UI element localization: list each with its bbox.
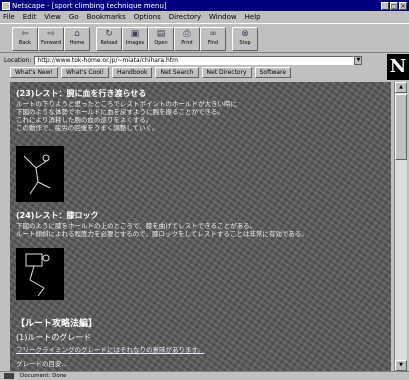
menu-bookmarks[interactable]: Bookmarks [87,13,126,21]
location-bar: Location: http://www.tok-home.or.jp/~mia… [0,54,409,66]
location-label: Location: [4,56,32,64]
menu-edit[interactable]: Edit [23,13,37,21]
heading-knee-lock: (24)レスト：膝ロック [16,211,99,220]
paragraph-knee-lock: 下図のように膝をホールドの上のところで、膝を曲げてレストできることがある。 ルー… [16,222,308,238]
window-title: Netscape - [sport climbing technique men… [12,1,167,10]
close-button[interactable]: × [399,1,407,10]
scroll-up-icon[interactable]: ▲ [395,82,407,93]
menu-file[interactable]: File [3,13,15,21]
scrollbar-thumb[interactable] [395,94,407,160]
security-key-icon [4,373,14,379]
back-button[interactable]: ⇦ Back [12,27,38,51]
images-button[interactable]: ▣ Images [122,27,148,51]
software-button[interactable]: Software [254,67,292,78]
images-icon: ▣ [130,29,140,39]
menu-directory[interactable]: Directory [169,13,201,21]
climber-figure-image [16,146,64,202]
menu-go[interactable]: Go [69,13,79,21]
menu-view[interactable]: View [44,13,61,21]
menu-help[interactable]: Help [245,13,261,21]
netscape-app-icon[interactable] [2,1,10,10]
menu-options[interactable]: Options [134,13,161,21]
net-search-button[interactable]: Net Search [155,67,199,78]
scroll-down-icon[interactable]: ▼ [395,360,407,371]
maximize-button[interactable]: □ [390,1,398,10]
trailing-text: グレードの目安... [16,360,68,368]
paragraph-rest-blood: ルートの下りようと思ったところでレストポイントのホールドが大きい時に 下図のよう… [16,100,237,132]
forward-button[interactable]: ⇨ Forward [38,27,64,51]
reload-button[interactable]: ↻ Reload [96,27,122,51]
status-text: Document: Done [20,373,67,379]
directory-buttons-bar: What's New! What's Cool! Handbook Net Se… [0,67,409,79]
minimize-button[interactable]: _ [381,1,389,10]
vertical-scrollbar[interactable]: ▲ ▼ [394,82,407,371]
whats-new-button[interactable]: What's New! [10,67,58,78]
grade-link[interactable]: フリークライミングのグレードにはそれなりの意味があります。 [16,346,204,354]
knee-lock-figure-image [16,248,64,300]
whats-cool-button[interactable]: What's Cool! [60,67,110,78]
open-icon: ▤ [156,29,166,39]
heading-route-grade: (1)ルートのグレード [16,333,92,342]
status-bar: Document: Done [0,371,409,380]
toolbar: ⇦ Back ⇨ Forward ⌂ Home ↻ Reload ▣ Image… [0,23,409,53]
title-bar: Netscape - [sport climbing technique men… [0,0,409,11]
url-dropdown-icon[interactable]: ▼ [354,55,363,65]
net-directory-button[interactable]: Net Directory [201,67,252,78]
forward-arrow-icon: ⇨ [47,29,55,39]
find-button[interactable]: ∞ Find [200,27,226,51]
netscape-logo: N [387,54,409,80]
section-title-route-strategy: 【ルート攻略法編】 [16,319,98,329]
printer-icon: ⎙ [183,29,191,39]
home-icon: ⌂ [74,29,80,39]
page-content: (23)レスト：腕に血を行き渡らせる ルートの下りようと思ったところでレストポイ… [10,82,391,371]
heading-rest-blood: (23)レスト：腕に血を行き渡らせる [16,89,147,98]
handbook-button[interactable]: Handbook [112,67,153,78]
menu-bar: File Edit View Go Bookmarks Options Dire… [0,11,409,22]
stop-icon: ⊗ [241,29,249,39]
stop-button[interactable]: ⊗ Stop [232,27,258,51]
url-field[interactable]: http://www.tok-home.or.jp/~miata/chihara… [34,55,355,65]
home-button[interactable]: ⌂ Home [64,27,90,51]
print-button[interactable]: ⎙ Print [174,27,200,51]
menu-window[interactable]: Window [209,13,237,21]
back-arrow-icon: ⇦ [21,29,29,39]
reload-icon: ↻ [105,29,113,39]
open-button[interactable]: ▤ Open [148,27,174,51]
binoculars-icon: ∞ [209,29,217,39]
